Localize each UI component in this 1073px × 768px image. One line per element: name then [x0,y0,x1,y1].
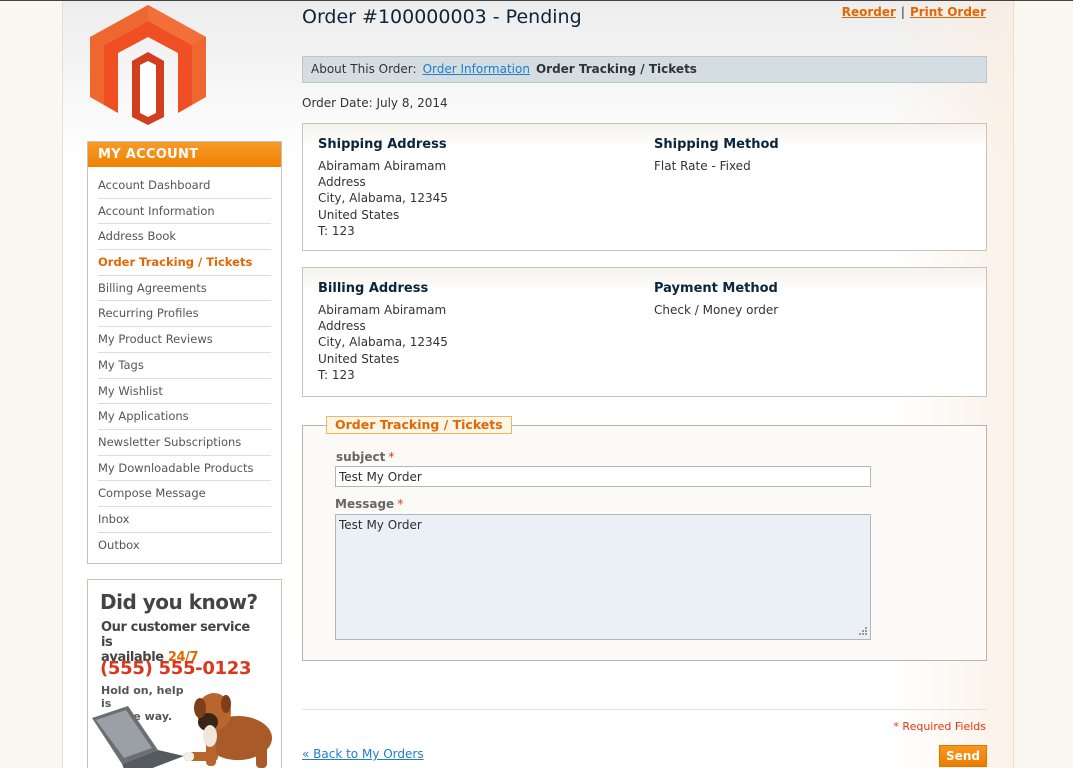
billing-info-box: Billing Address Abiramam Abiramam Addres… [302,267,987,397]
magento-logo[interactable] [88,5,208,125]
address-line: United States [318,207,400,222]
print-order-link[interactable]: Print Order [910,5,986,19]
about-order-label: About This Order: [311,62,417,76]
customer-service-promo[interactable]: Did you know? Our customer service is av… [87,579,282,768]
shipping-method-value: Flat Rate - Fixed [654,159,751,173]
required-mark: * [397,497,404,511]
sidebar-item-recurring-profiles[interactable]: Recurring Profiles [98,301,271,328]
promo-phone: (555) 555-0123 [100,658,252,679]
required-mark: * [388,450,395,464]
shipping-method-col: Shipping Method Flat Rate - Fixed [654,137,779,174]
address-line: T: 123 [318,367,355,382]
tab-order-tracking: Order Tracking / Tickets [535,62,697,76]
sidebar-item-inbox[interactable]: Inbox [98,507,271,533]
sidebar-item-my-applications[interactable]: My Applications [98,404,271,430]
order-date: Order Date: July 8, 2014 [302,96,448,110]
shipping-info-box: Shipping Address Abiramam Abiramam Addre… [302,123,987,251]
shipping-method-title: Shipping Method [654,137,779,152]
send-button[interactable]: Send [939,745,987,767]
address-line: Address [318,175,366,190]
sidebar-item-account-dashboard[interactable]: Account Dashboard [98,173,271,199]
subject-label: subject * [336,450,394,464]
sidebar-item-address-book[interactable]: Address Book [98,224,271,251]
promo-line1: Our customer service is [101,620,250,650]
dog-laptop-illustration [92,693,272,768]
address-line: City, Alabama, 12345 [318,191,448,206]
ticket-form-legend: Order Tracking / Tickets [326,416,512,434]
message-textarea[interactable]: Test My Order [335,514,871,640]
payment-method-value: Check / Money order [654,303,779,317]
account-nav-title: MY ACCOUNT [88,142,281,167]
order-tabs: About This Order: Order Information Order … [302,56,987,83]
subject-label-text: subject [336,450,386,464]
subject-input[interactable] [335,466,871,487]
sidebar-item-my-wishlist[interactable]: My Wishlist [98,379,271,405]
page-title: Order #100000003 - Pending [302,6,582,28]
reorder-link[interactable]: Reorder [842,5,896,19]
sidebar-item-my-tags[interactable]: My Tags [98,353,271,379]
message-label: Message * [335,497,403,511]
address-line: Abiramam Abiramam [318,159,447,173]
required-fields-note: * Required Fields [893,720,986,733]
address-line: Abiramam Abiramam [318,303,447,317]
message-label-text: Message [335,497,395,511]
address-line: Address [318,319,366,334]
sidebar-item-compose-message[interactable]: Compose Message [98,481,271,507]
payment-method-title: Payment Method [654,281,778,296]
billing-address-col: Billing Address Abiramam Abiramam Addres… [318,281,448,383]
payment-method-col: Payment Method Check / Money order [654,281,778,318]
sidebar-item-outbox[interactable]: Outbox [98,533,271,559]
address-line: T: 123 [318,223,355,238]
link-separator: | [900,5,905,19]
billing-address-title: Billing Address [318,281,429,296]
sidebar-item-product-reviews[interactable]: My Product Reviews [98,327,271,353]
address-line: City, Alabama, 12345 [318,335,448,350]
promo-title: Did you know? [100,590,258,614]
tab-order-information[interactable]: Order Information [423,62,530,76]
sidebar-item-account-information[interactable]: Account Information [98,199,271,225]
resize-grip-icon[interactable] [856,626,868,638]
sidebar-item-downloadable-products[interactable]: My Downloadable Products [98,456,271,482]
address-line: United States [318,351,400,366]
order-actions: Reorder | Print Order [842,5,986,19]
shipping-address-col: Shipping Address Abiramam Abiramam Addre… [318,137,448,239]
sidebar-item-billing-agreements[interactable]: Billing Agreements [98,276,271,302]
shipping-address-title: Shipping Address [318,137,447,152]
back-to-orders-link[interactable]: « Back to My Orders [302,747,424,761]
sidebar-item-order-tracking: Order Tracking / Tickets [98,250,271,276]
form-divider [302,709,987,710]
sidebar-item-newsletter-subscriptions[interactable]: Newsletter Subscriptions [98,430,271,456]
account-nav: MY ACCOUNT Account Dashboard Account Inf… [87,141,282,564]
